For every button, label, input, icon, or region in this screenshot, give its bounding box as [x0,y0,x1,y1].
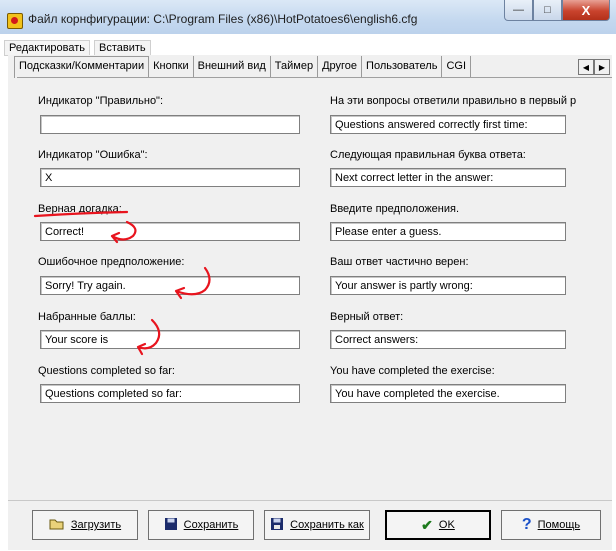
help-question-icon: ? [521,516,532,533]
underline-annotation [33,210,129,218]
help-button[interactable]: ? Помощь [501,510,601,540]
save-as-button-label: Сохранить как [290,519,364,531]
floppy-disk-icon [164,517,178,534]
curved-arrow-1-icon [110,220,137,244]
save-button-label: Сохранить [183,519,239,531]
curved-arrow-3-icon [136,318,161,356]
help-button-label: Помощь [537,519,581,531]
save-as-button[interactable]: Сохранить как [264,510,370,540]
curved-arrow-2-icon [174,266,211,300]
load-button-label: Загрузить [70,519,122,531]
save-as-disk-icon [270,517,284,534]
load-button[interactable]: Загрузить [32,510,138,540]
ok-button[interactable]: ✔ OK [385,510,491,540]
open-folder-icon [49,517,65,533]
config-window: Файл корнфигурации: C:\Program Files (x8… [0,0,616,550]
ok-button-label: OK [438,519,455,531]
save-button[interactable]: Сохранить [148,510,254,540]
red-annotation-marks [33,210,211,356]
checkmark-icon: ✔ [421,516,433,533]
